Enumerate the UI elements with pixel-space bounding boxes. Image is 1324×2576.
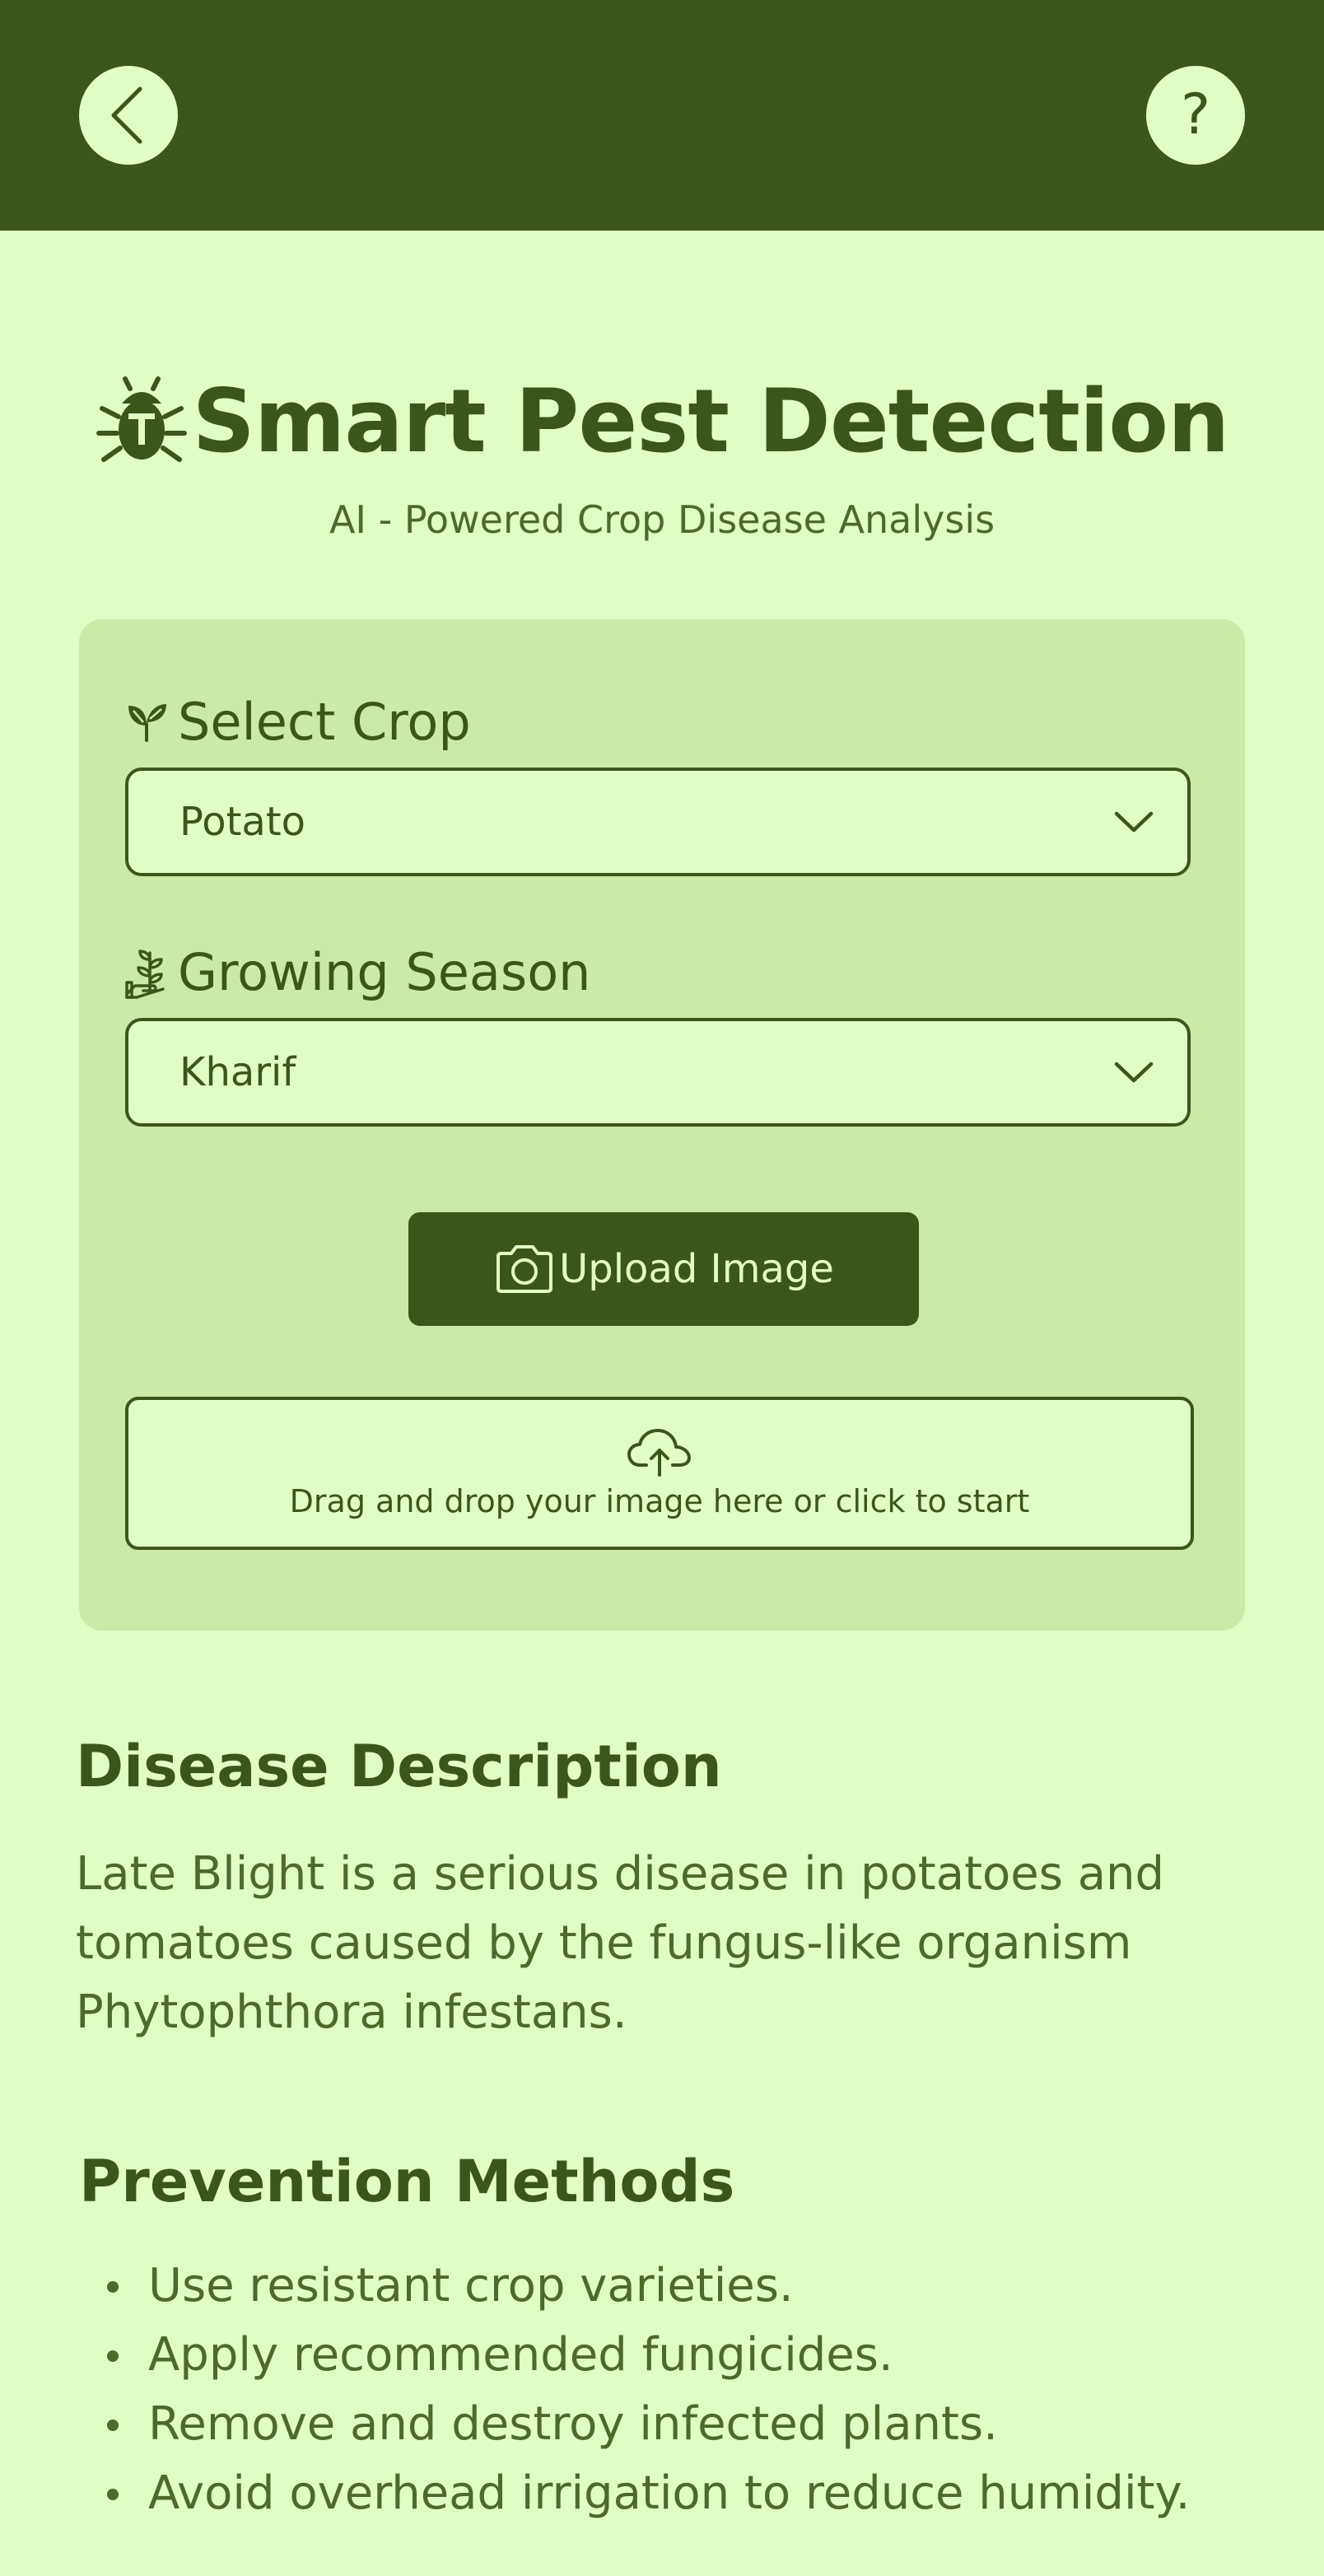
prevention-methods-heading: Prevention Methods <box>79 2148 735 2215</box>
chevron-down-icon <box>1114 1062 1154 1083</box>
dropzone-text: Drag and drop your image here or click t… <box>289 1483 1030 1519</box>
page-title: Smart Pest Detection <box>192 371 1230 472</box>
list-item: Use resistant crop varieties. <box>79 2252 1190 2321</box>
help-button[interactable]: ? <box>1146 66 1245 165</box>
page-header: Smart Pest Detection <box>0 371 1324 472</box>
upload-image-label: Upload Image <box>559 1246 834 1292</box>
prevention-list: Use resistant crop varieties. Apply reco… <box>79 2252 1190 2528</box>
bug-icon <box>96 376 187 462</box>
crop-select-value: Potato <box>179 799 306 845</box>
chevron-down-icon <box>1114 811 1154 833</box>
disease-description-text: Late Blight is a serious disease in pota… <box>76 1847 1165 2039</box>
page-subtitle: AI - Powered Crop Disease Analysis <box>329 497 995 542</box>
back-button[interactable] <box>79 66 178 165</box>
top-app-bar: ? <box>0 0 1324 231</box>
list-item: Avoid overhead irrigation to reduce humi… <box>79 2459 1190 2528</box>
cloud-upload-icon <box>627 1429 691 1477</box>
list-item: Remove and destroy infected plants. <box>79 2390 1190 2459</box>
sprout-icon <box>128 703 166 742</box>
chevron-left-icon <box>111 86 142 144</box>
growing-season-label: Growing Season <box>125 942 590 1002</box>
select-crop-label-text: Select Crop <box>178 692 471 752</box>
season-select-value: Kharif <box>179 1049 296 1095</box>
detection-form-card: Select Crop Potato Growing Season Kharif <box>79 619 1245 1631</box>
plant-growth-icon <box>125 949 165 999</box>
upload-image-button[interactable]: Upload Image <box>408 1212 919 1326</box>
season-select[interactable]: Kharif <box>125 1018 1191 1127</box>
image-dropzone[interactable]: Drag and drop your image here or click t… <box>125 1397 1194 1550</box>
list-item: Apply recommended fungicides. <box>79 2321 1190 2390</box>
crop-select[interactable]: Potato <box>125 768 1191 876</box>
disease-description-heading: Disease Description <box>76 1733 722 1800</box>
select-crop-label: Select Crop <box>125 692 471 752</box>
question-mark-icon: ? <box>1180 82 1211 147</box>
camera-icon <box>496 1245 553 1293</box>
growing-season-label-text: Growing Season <box>178 942 591 1002</box>
